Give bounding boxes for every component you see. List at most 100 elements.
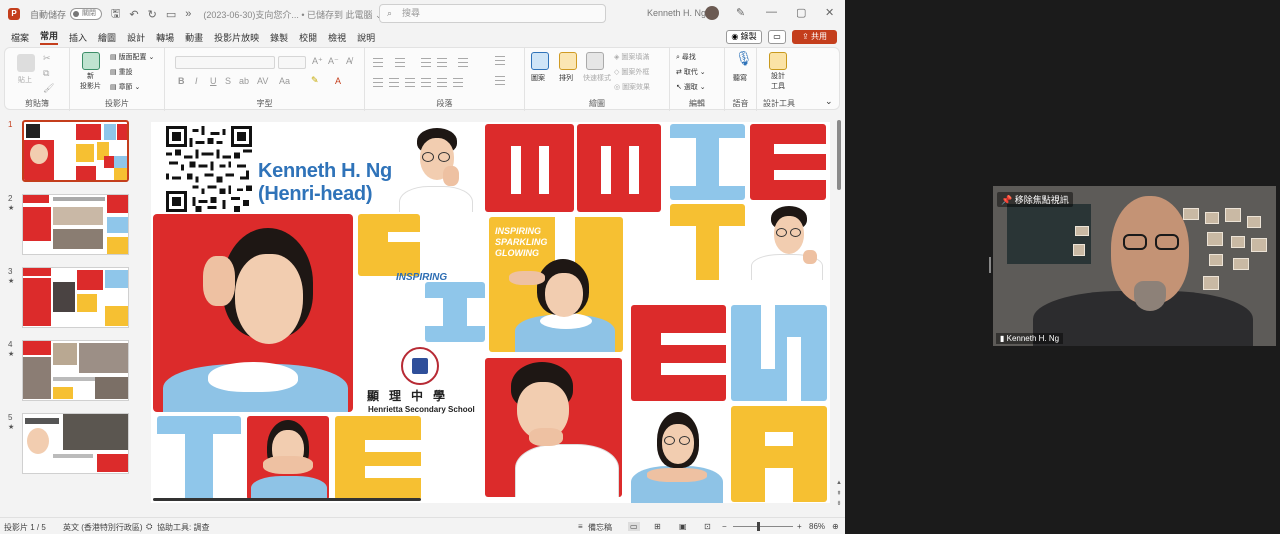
arrange-icon[interactable] bbox=[559, 52, 577, 70]
italic-icon[interactable]: I bbox=[195, 76, 198, 86]
maximize-icon[interactable]: ▢ bbox=[796, 6, 806, 19]
zoom-in-icon[interactable]: + bbox=[797, 522, 802, 531]
zoom-slider[interactable] bbox=[733, 526, 793, 527]
present-icon[interactable]: ▭ bbox=[166, 8, 176, 21]
quick-styles-label[interactable]: 快速樣式 bbox=[583, 73, 611, 83]
bold-icon[interactable]: B bbox=[178, 76, 185, 86]
tab-draw[interactable]: 繪圖 bbox=[98, 31, 116, 44]
columns-icon[interactable] bbox=[437, 78, 447, 87]
shrink-font-icon[interactable]: A⁻ bbox=[328, 56, 339, 67]
shape-outline-button[interactable]: ◇ 圖案外框 bbox=[614, 67, 649, 77]
font-size-select[interactable] bbox=[278, 56, 306, 69]
undo-icon[interactable]: ↶ bbox=[129, 8, 138, 21]
shape-effects-button[interactable]: ◎ 圖案效果 bbox=[614, 82, 650, 92]
tab-transitions[interactable]: 轉場 bbox=[156, 31, 174, 44]
layout-button[interactable]: ▤ 版面配置 ⌄ bbox=[110, 52, 154, 62]
replace-button[interactable]: ⇄ 取代 ⌄ bbox=[676, 67, 706, 77]
slide-canvas[interactable]: Kenneth H. Ng (Henri-head) INSPIRING INS… bbox=[151, 122, 830, 503]
autosave-toggle[interactable]: 關閉 bbox=[70, 8, 103, 20]
designer-label[interactable]: 設計 工具 bbox=[771, 72, 785, 92]
numbering-icon[interactable] bbox=[395, 58, 405, 67]
spacing-icon[interactable]: AV bbox=[257, 76, 268, 86]
more-commands-icon[interactable]: » bbox=[185, 8, 191, 20]
shapes-icon[interactable] bbox=[531, 52, 549, 70]
align-text-icon[interactable] bbox=[495, 76, 505, 85]
reset-button[interactable]: ▤ 重設 bbox=[110, 67, 133, 77]
prev-slide-icon[interactable]: ⇞ bbox=[835, 490, 843, 497]
char-spacing-icon[interactable]: ab bbox=[239, 76, 249, 86]
slide-thumbnail-5[interactable] bbox=[22, 413, 129, 474]
new-slide-label[interactable]: 新 投影片 bbox=[80, 72, 101, 92]
justify-icon[interactable] bbox=[421, 78, 431, 87]
user-name[interactable]: Kenneth H. Ng bbox=[647, 8, 706, 18]
align-center-icon[interactable] bbox=[389, 78, 399, 87]
search-input[interactable]: ⌕ 搜尋 bbox=[379, 4, 606, 23]
increase-indent-icon[interactable] bbox=[437, 58, 447, 67]
record-button[interactable]: ◉ 錄製 bbox=[726, 30, 762, 44]
redo-icon[interactable]: ↻ bbox=[148, 8, 157, 21]
find-button[interactable]: ⌕ 尋找 bbox=[676, 52, 696, 62]
pen-icon[interactable]: ✎ bbox=[736, 6, 745, 19]
font-color-icon[interactable]: A bbox=[335, 76, 341, 86]
scrollbar-thumb[interactable] bbox=[837, 120, 841, 190]
shape-fill-button[interactable]: ◈ 圖案填滿 bbox=[614, 52, 649, 62]
designer-icon[interactable] bbox=[769, 52, 787, 70]
slide-thumbnail-2[interactable] bbox=[22, 194, 129, 255]
slide-scrollbar[interactable]: ▲ ⇞ ⇟ bbox=[835, 112, 843, 507]
font-family-select[interactable] bbox=[175, 56, 275, 69]
share-button[interactable]: ⇪ 共用 bbox=[792, 30, 837, 44]
collapse-ribbon-icon[interactable]: ⌄ bbox=[825, 96, 833, 107]
paste-icon[interactable] bbox=[17, 54, 35, 72]
accessibility-icon[interactable]: ⛭ bbox=[146, 522, 152, 532]
unpin-video-button[interactable]: 📌 移除焦點視訊 bbox=[997, 192, 1073, 207]
zoom-level[interactable]: 86% bbox=[809, 522, 825, 531]
normal-view-icon[interactable]: ▭ bbox=[628, 522, 640, 531]
format-painter-icon[interactable]: 🖌 bbox=[43, 83, 54, 94]
grow-font-icon[interactable]: A⁺ bbox=[312, 56, 323, 67]
reading-view-icon[interactable]: ▣ bbox=[679, 522, 687, 531]
change-case-icon[interactable]: Aa bbox=[279, 76, 290, 86]
arrange-label[interactable]: 排列 bbox=[559, 73, 573, 83]
tab-file[interactable]: 檔案 bbox=[11, 31, 29, 44]
minimize-icon[interactable]: — bbox=[766, 6, 777, 18]
underline-icon[interactable]: U bbox=[210, 76, 217, 86]
avatar[interactable] bbox=[705, 6, 719, 20]
tab-help[interactable]: 說明 bbox=[357, 31, 375, 44]
next-slide-icon[interactable]: ⇟ bbox=[835, 500, 843, 507]
save-icon[interactable]: 🖫 bbox=[111, 5, 120, 24]
tab-insert[interactable]: 插入 bbox=[69, 31, 87, 44]
tab-home[interactable]: 常用 bbox=[40, 29, 59, 45]
cut-icon[interactable]: ✂ bbox=[43, 53, 51, 64]
section-button[interactable]: ▤ 章節 ⌄ bbox=[110, 82, 140, 92]
close-icon[interactable]: ✕ bbox=[825, 6, 834, 19]
select-button[interactable]: ↖ 選取 ⌄ bbox=[676, 82, 706, 92]
slide-sorter-icon[interactable]: ⊞ bbox=[654, 522, 661, 531]
language-indicator[interactable]: 英文 (香港特別行政區) bbox=[63, 522, 143, 533]
clear-format-icon[interactable]: A̸ bbox=[346, 56, 352, 66]
notes-button[interactable]: 備忘稿 bbox=[588, 522, 612, 533]
slide-thumbnail-3[interactable] bbox=[22, 267, 129, 328]
accessibility-status[interactable]: 協助工具: 調查 bbox=[157, 522, 209, 533]
zoom-out-icon[interactable]: − bbox=[722, 522, 727, 531]
document-title[interactable]: (2023-06-30)支向您介... • 已儲存到 此電腦 ⌄ bbox=[203, 8, 382, 21]
tab-view[interactable]: 檢視 bbox=[328, 31, 346, 44]
slide-thumbnail-4[interactable] bbox=[22, 340, 129, 401]
slide-thumbnail-1[interactable] bbox=[22, 120, 129, 182]
scroll-up-icon[interactable]: ▲ bbox=[835, 480, 843, 486]
align-right-icon[interactable] bbox=[405, 78, 415, 87]
quick-styles-icon[interactable] bbox=[586, 52, 604, 70]
tab-record[interactable]: 錄製 bbox=[270, 31, 288, 44]
tab-animations[interactable]: 動畫 bbox=[185, 31, 203, 44]
microphone-icon[interactable]: 🎙 bbox=[735, 50, 753, 67]
zoom-slider-handle[interactable] bbox=[757, 522, 760, 531]
slideshow-view-icon[interactable]: ⊡ bbox=[704, 522, 711, 531]
decrease-indent-icon[interactable] bbox=[421, 58, 431, 67]
comments-button[interactable]: ▭ bbox=[768, 30, 786, 44]
smartart-icon[interactable] bbox=[453, 78, 463, 87]
video-panel-resize-handle[interactable] bbox=[989, 257, 991, 273]
shapes-label[interactable]: 圖案 bbox=[531, 73, 545, 83]
bullets-icon[interactable] bbox=[373, 58, 383, 67]
line-spacing-icon[interactable] bbox=[458, 58, 468, 67]
fit-to-window-icon[interactable]: ⊕ bbox=[832, 522, 839, 531]
text-direction-icon[interactable] bbox=[495, 56, 505, 65]
